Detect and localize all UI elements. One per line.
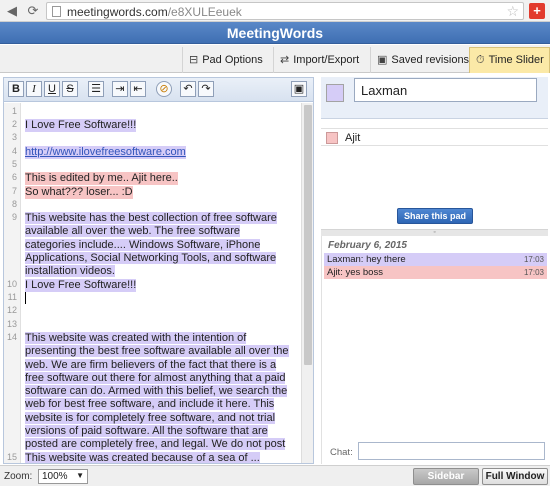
chat-message-text: Laxman: hey there: [327, 254, 406, 265]
line-number: 6: [11, 172, 17, 182]
paragraph-text: This website was created with the intent…: [25, 332, 289, 463]
chat-message-time: 17:03: [523, 268, 544, 277]
paragraph-text: This website has the best collection of …: [25, 212, 277, 278]
line-number: 2: [11, 119, 17, 129]
scrollbar-thumb[interactable]: [304, 105, 312, 365]
my-color-swatch[interactable]: [326, 84, 344, 102]
my-name-field[interactable]: Laxman: [354, 78, 537, 102]
underline-button[interactable]: U: [44, 81, 60, 97]
bullet-list-icon[interactable]: ☰: [88, 81, 104, 97]
chat-label: Chat:: [330, 447, 353, 458]
editor-line: I Love Free Software!!!: [25, 119, 137, 133]
clear-authorship-icon[interactable]: ⊘: [156, 81, 172, 97]
editor-line-link: http://www.ilovefreesoftware.com: [25, 146, 186, 160]
tab-import-export[interactable]: ⇄ Import/Export: [273, 47, 365, 73]
line-number: 8: [11, 199, 17, 209]
pad-options-icon: ⊟: [189, 54, 199, 66]
bottom-bar: Zoom: 100% ▼ Sidebar Full Window: [0, 465, 550, 486]
undo-icon[interactable]: ↶: [180, 81, 196, 97]
reload-icon[interactable]: ⟳: [25, 3, 41, 19]
star-icon[interactable]: ☆: [506, 3, 519, 20]
top-tab-bar: ⊟ Pad Options ⇄ Import/Export ▣ Saved revis…: [0, 45, 550, 73]
address-bar[interactable]: meetingwords.com/e8XULEeuek ☆: [46, 2, 524, 20]
line-number: 4: [11, 146, 17, 156]
app-title-bar: MeetingWords: [0, 22, 550, 44]
line-number: 13: [6, 319, 17, 329]
tab-label: Time Slider: [488, 54, 544, 66]
line-number: 3: [11, 132, 17, 142]
zoom-label: Zoom:: [4, 471, 33, 482]
time-slider-icon: ⏱: [476, 54, 485, 66]
editor-line: This is edited by me.. Ajit here..: [25, 172, 178, 186]
saved-revisions-icon: ▣: [377, 54, 388, 66]
chat-input[interactable]: [358, 442, 545, 460]
bold-button[interactable]: B: [8, 81, 24, 97]
line-number: 5: [11, 159, 17, 169]
url-text: meetingwords.com/e8XULEeuek: [67, 5, 242, 19]
line-number: 7: [11, 186, 17, 196]
line-number: 14: [6, 332, 17, 342]
other-color-swatch: [326, 132, 338, 144]
tab-saved-revisions[interactable]: ▣ Saved revisions: [370, 47, 475, 73]
import-export-icon: ⇄: [280, 54, 290, 66]
chat-message: Laxman: hey there 17:03: [324, 253, 547, 266]
tab-time-slider[interactable]: ⏱ Time Slider: [469, 47, 550, 73]
tab-label: Pad Options: [202, 54, 263, 66]
chevron-down-icon: ▼: [76, 471, 84, 480]
sidebar-button[interactable]: Sidebar: [413, 468, 479, 485]
text-cursor: [25, 292, 26, 304]
extension-plus-icon[interactable]: +: [529, 3, 545, 19]
full-window-button[interactable]: Full Window: [482, 468, 548, 485]
url-path: /e8XULEeuek: [167, 5, 242, 19]
other-user-name: Ajit: [345, 132, 361, 144]
indent-icon[interactable]: ⇥: [112, 81, 128, 97]
zoom-value: 100%: [42, 471, 68, 482]
editor-text-area[interactable]: I Love Free Software!!! http://www.ilove…: [25, 103, 301, 463]
editor-panel: B I U S ☰ ⇥ ⇤ ⊘ ↶ ↷ ▣ 1 2 3 4 5 6 7 8 9 …: [3, 77, 314, 464]
line-number-gutter: 1 2 3 4 5 6 7 8 9 10 11 12 13 14 15: [4, 103, 21, 463]
share-area: Share this pad: [321, 146, 548, 230]
website-link[interactable]: http://www.ilovefreesoftware.com: [25, 146, 186, 158]
outdent-icon[interactable]: ⇤: [130, 81, 146, 97]
line-number: 9: [11, 212, 17, 222]
page-icon: [52, 6, 61, 17]
italic-button[interactable]: I: [26, 81, 42, 97]
browser-toolbar: ◀ ⟳ meetingwords.com/e8XULEeuek ☆ +: [0, 0, 550, 22]
line-number: 1: [11, 106, 17, 116]
line-number: 15: [6, 452, 17, 462]
line-number: 10: [6, 279, 17, 289]
share-pad-button[interactable]: Share this pad: [397, 208, 473, 224]
chat-message-time: 17:03: [523, 255, 544, 264]
redo-icon[interactable]: ↷: [198, 81, 214, 97]
other-user-row: Ajit: [321, 128, 548, 146]
editor-line: So what??? loser... :D: [25, 186, 133, 200]
tab-pad-options[interactable]: ⊟ Pad Options: [182, 47, 269, 73]
chat-date: February 6, 2015: [328, 240, 407, 251]
url-host: meetingwords.com: [67, 5, 168, 19]
editor-paragraph: This website was created with the intent…: [25, 332, 291, 463]
chat-panel: February 6, 2015 Laxman: hey there 17:03…: [321, 236, 548, 464]
editor-line: I Love Free Software!!!: [25, 279, 137, 293]
strikethrough-button[interactable]: S: [62, 81, 78, 97]
editor-line-partial: This website was created because of a se…: [25, 452, 260, 463]
line-number: 12: [6, 305, 17, 315]
chat-message-text: Ajit: yes boss: [327, 267, 383, 278]
back-arrow-icon[interactable]: ◀: [4, 3, 20, 19]
format-toolbar: B I U S ☰ ⇥ ⇤ ⊘ ↶ ↷ ▣: [4, 78, 313, 102]
line-number: 11: [7, 292, 17, 302]
tab-label: Saved revisions: [391, 54, 470, 66]
tab-label: Import/Export: [293, 54, 360, 66]
editor-scrollbar[interactable]: [301, 103, 313, 463]
save-icon[interactable]: ▣: [291, 81, 307, 97]
editor-paragraph: This website has the best collection of …: [25, 212, 291, 278]
zoom-select[interactable]: 100% ▼: [38, 469, 88, 484]
paragraph-text: This website was created because of a se…: [25, 452, 260, 463]
my-user-box: Laxman: [321, 77, 548, 119]
chat-message: Ajit: yes boss 17:03: [324, 266, 547, 279]
app-title: MeetingWords: [226, 25, 324, 41]
